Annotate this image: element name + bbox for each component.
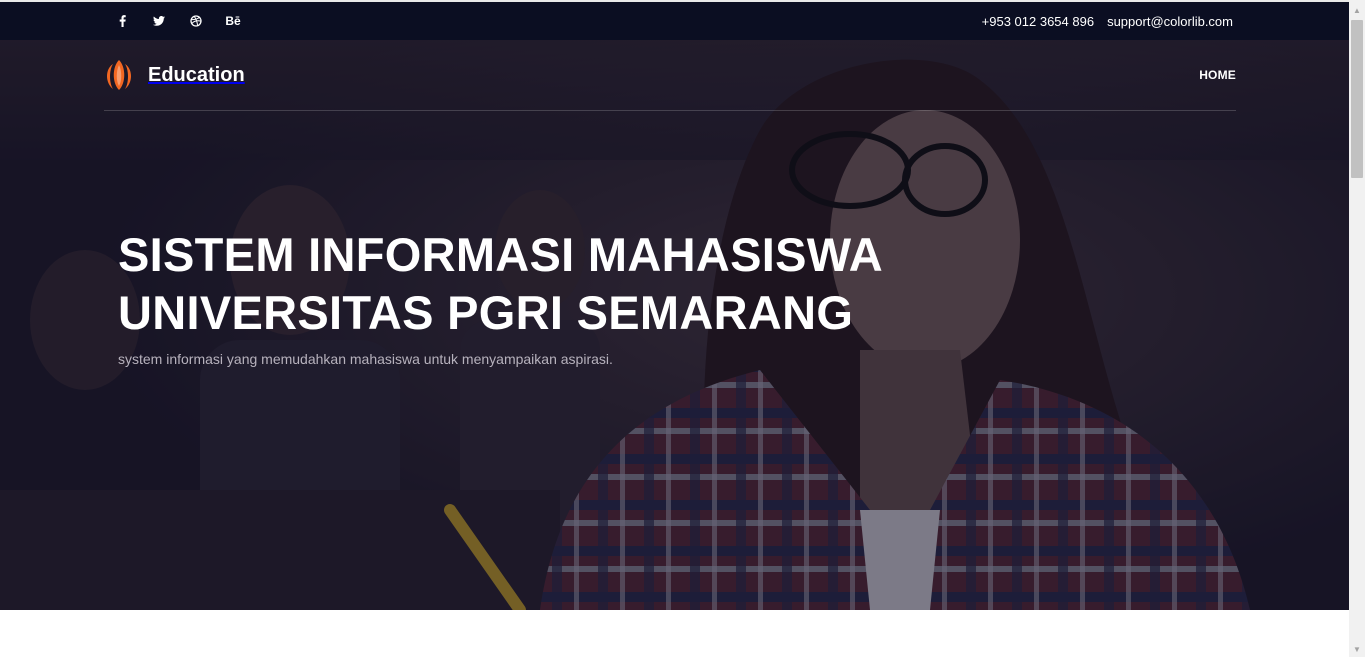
- social-links: Bē: [110, 2, 258, 40]
- contact-info: +953 012 3654 896 support@colorlib.com: [969, 2, 1233, 40]
- twitter-icon[interactable]: [147, 9, 171, 33]
- hero-title-line-1: SISTEM INFORMASI MAHASISWA: [118, 228, 884, 281]
- hero-title-line-2: UNIVERSITAS PGRI SEMARANG: [118, 286, 854, 339]
- dribbble-icon[interactable]: [184, 9, 208, 33]
- page: Bē +953 012 3654 896 support@colorlib.co…: [0, 0, 1365, 657]
- brand-logo[interactable]: Education: [104, 59, 245, 91]
- site-header: Education HOME: [104, 40, 1236, 111]
- page-scrollbar[interactable]: ▲ ▼: [1349, 0, 1365, 657]
- scroll-down-arrow-icon[interactable]: ▼: [1349, 641, 1365, 657]
- facebook-icon[interactable]: [110, 9, 134, 33]
- top-bar: Bē +953 012 3654 896 support@colorlib.co…: [0, 2, 1349, 40]
- behance-icon[interactable]: Bē: [221, 9, 245, 33]
- hero-subtitle: system informasi yang memudahkan mahasis…: [118, 351, 613, 367]
- nav-home-link[interactable]: HOME: [1199, 68, 1236, 82]
- scroll-up-arrow-icon[interactable]: ▲: [1349, 2, 1365, 18]
- brand-logo-icon: [107, 60, 131, 90]
- hero-title: SISTEM INFORMASI MAHASISWA UNIVERSITAS P…: [118, 226, 883, 342]
- support-email[interactable]: support@colorlib.com: [1107, 14, 1233, 29]
- behance-glyph: Bē: [225, 14, 241, 28]
- brand-name: Education: [148, 63, 245, 86]
- scroll-thumb[interactable]: [1351, 20, 1363, 178]
- phone-number[interactable]: +953 012 3654 896: [982, 14, 1094, 29]
